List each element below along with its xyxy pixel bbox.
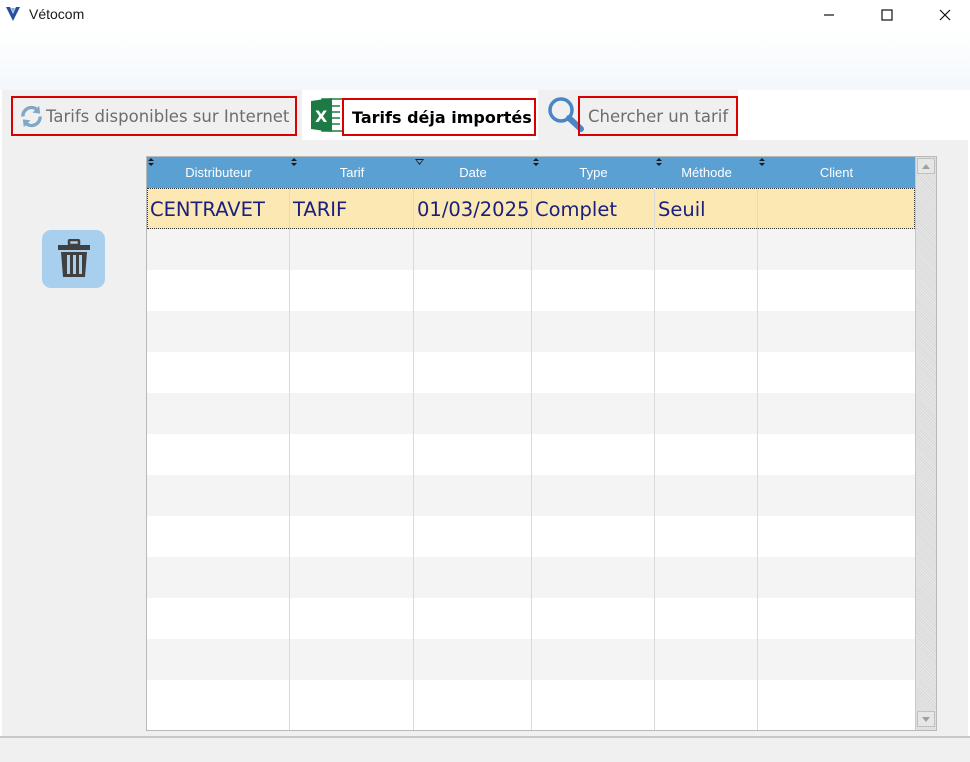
refresh-icon <box>21 105 42 127</box>
column-divider <box>531 188 532 730</box>
tariff-table[interactable]: Distributeur Tarif Date Type Méthode Cli… <box>146 156 937 731</box>
header-band <box>0 30 970 90</box>
arrow-down-icon <box>922 716 930 722</box>
delete-button[interactable] <box>42 230 105 288</box>
sort-descending-icon <box>415 159 424 165</box>
close-icon <box>939 9 951 21</box>
column-header-label: Tarif <box>339 165 365 180</box>
tab-bar: Tarifs disponibles sur Internet X Tarifs… <box>0 90 970 140</box>
tab-internet-inner[interactable]: Tarifs disponibles sur Internet <box>11 96 297 136</box>
sort-icon <box>291 158 297 166</box>
tab-imported[interactable]: X Tarifs déja importés <box>306 90 536 140</box>
column-header-methode[interactable]: Méthode <box>655 157 758 188</box>
scroll-up-button[interactable] <box>917 158 935 174</box>
cell-tarif: TARIF <box>293 197 348 221</box>
column-header-tarif[interactable]: Tarif <box>290 157 414 188</box>
excel-icon: X <box>311 98 344 132</box>
tab-internet[interactable]: Tarifs disponibles sur Internet <box>2 90 302 140</box>
column-header-type[interactable]: Type <box>532 157 655 188</box>
column-header-label: Client <box>819 165 854 180</box>
arrow-up-icon <box>922 163 930 169</box>
column-header-distributeur[interactable]: Distributeur <box>147 157 290 188</box>
sort-icon <box>759 158 765 166</box>
column-divider <box>757 188 758 730</box>
cell-distributeur: CENTRAVET <box>150 197 265 221</box>
table-header: Distributeur Tarif Date Type Méthode Cli… <box>147 157 915 188</box>
window-title: Vétocom <box>29 6 85 22</box>
column-header-client[interactable]: Client <box>758 157 915 188</box>
svg-text:X: X <box>315 107 328 126</box>
maximize-icon <box>881 9 893 21</box>
cell-type: Complet <box>535 197 617 221</box>
minimize-button[interactable] <box>800 0 858 30</box>
scroll-down-button[interactable] <box>917 711 935 727</box>
tab-search-inner[interactable]: Chercher un tarif <box>578 96 738 136</box>
tab-imported-inner[interactable]: Tarifs déja importés <box>342 98 536 136</box>
sort-icon <box>148 158 154 166</box>
tab-imported-label: Tarifs déja importés <box>352 107 532 127</box>
sort-icon <box>656 158 662 166</box>
cell-date: 01/03/2025 <box>417 197 530 221</box>
cell-methode: Seuil <box>658 197 706 221</box>
tab-internet-label: Tarifs disponibles sur Internet <box>46 106 290 126</box>
column-divider <box>654 188 655 730</box>
minimize-icon <box>824 14 834 16</box>
maximize-button[interactable] <box>858 0 916 30</box>
vertical-scrollbar[interactable] <box>915 157 936 730</box>
close-button[interactable] <box>916 0 970 30</box>
column-header-label: Méthode <box>681 165 732 180</box>
column-header-date[interactable]: Date <box>414 157 532 188</box>
column-header-label: Date <box>459 165 487 180</box>
vetocom-logo-icon <box>6 7 20 21</box>
column-header-label: Type <box>579 165 608 180</box>
tab-search[interactable]: Chercher un tarif <box>538 90 738 140</box>
tab-search-label: Chercher un tarif <box>588 106 729 126</box>
trash-icon <box>57 239 90 277</box>
status-bar <box>0 738 970 762</box>
cell-client <box>759 189 915 229</box>
sort-icon <box>533 158 539 166</box>
column-divider <box>289 188 290 730</box>
title-bar: Vétocom <box>0 0 970 30</box>
column-divider <box>413 188 414 730</box>
column-header-label: Distributeur <box>185 165 252 180</box>
